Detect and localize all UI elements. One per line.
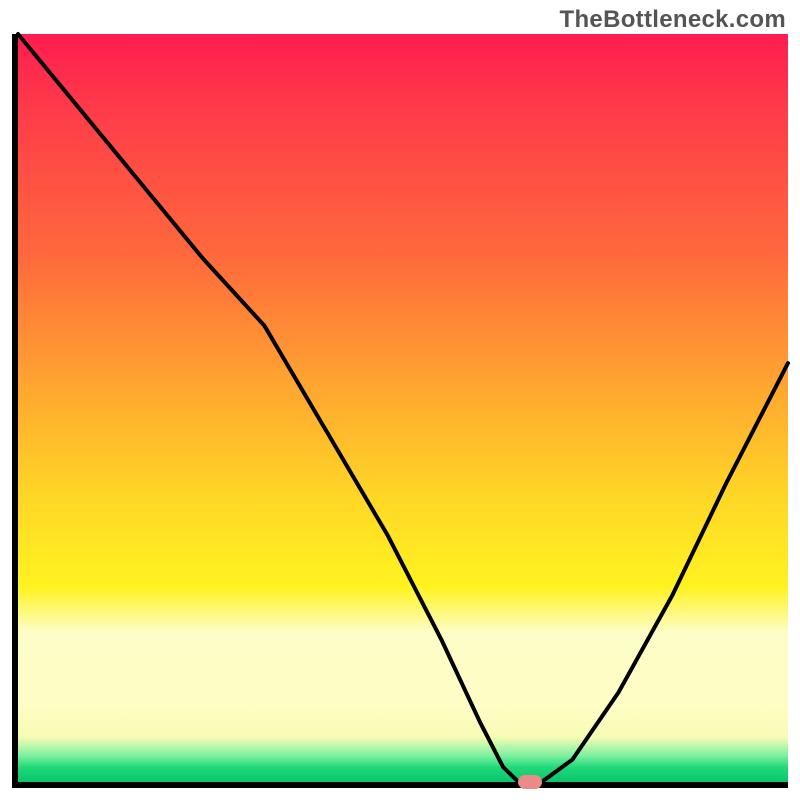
chart-frame: TheBottleneck.com (0, 0, 800, 800)
bottleneck-curve (18, 34, 788, 782)
curve-path (18, 34, 788, 782)
plot-area (18, 34, 788, 782)
plot-border (12, 34, 788, 788)
optimal-point-marker (518, 775, 542, 789)
watermark-text: TheBottleneck.com (560, 6, 786, 34)
